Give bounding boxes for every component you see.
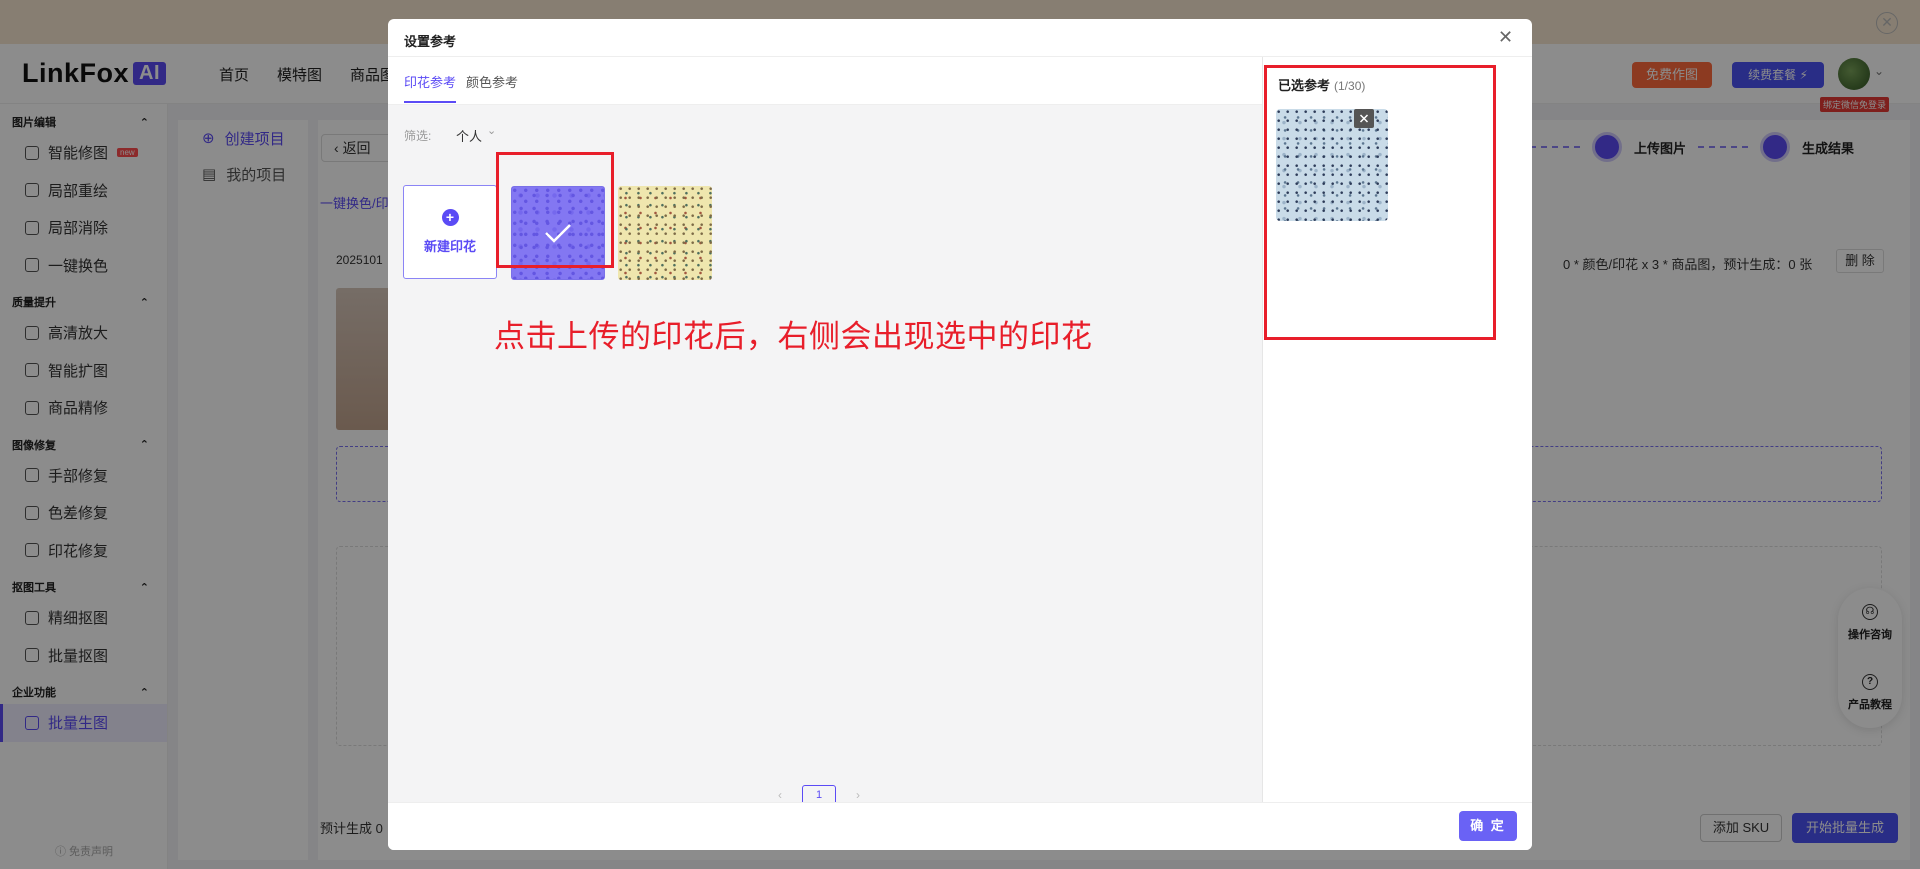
confirm-button[interactable]: 确 定 [1459, 811, 1517, 841]
modal-header: 设置参考 ✕ [388, 19, 1532, 57]
tab-print-reference[interactable]: 印花参考 [404, 72, 456, 91]
new-print-button[interactable]: + 新建印花 [403, 185, 497, 279]
next-page-icon[interactable]: › [856, 788, 860, 802]
reference-tabs: 印花参考 颜色参考 [388, 57, 1262, 105]
filter-select[interactable]: 个人 [456, 126, 482, 145]
annotation-caption: 点击上传的印花后，右侧会出现选中的印花 [494, 319, 1093, 355]
annotation-box-selected [1264, 65, 1496, 340]
close-icon[interactable]: ✕ [1498, 28, 1513, 46]
chevron-down-icon[interactable]: ⌄ [487, 124, 496, 137]
plus-icon: + [441, 209, 459, 226]
print-thumbnail[interactable] [618, 186, 712, 280]
prev-page-icon[interactable]: ‹ [778, 788, 782, 802]
tab-color-reference[interactable]: 颜色参考 [466, 72, 518, 91]
modal-footer: 确 定 [388, 802, 1532, 850]
modal-title: 设置参考 [404, 34, 457, 49]
tab-underline [404, 101, 456, 103]
filter-label: 筛选: [404, 129, 432, 143]
annotation-box-print [496, 152, 614, 268]
